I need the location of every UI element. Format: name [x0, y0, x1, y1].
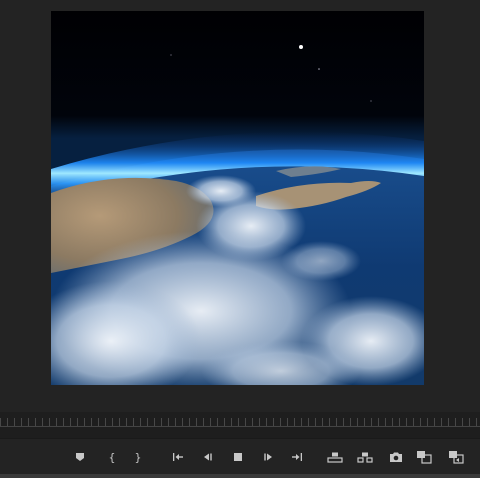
lift-icon	[327, 452, 343, 463]
panel-bottom-edge	[0, 474, 480, 478]
step-forward-button[interactable]	[258, 445, 278, 469]
go-to-out-icon	[292, 453, 302, 461]
stop-button[interactable]	[228, 445, 248, 469]
mark-in-button[interactable]: {	[102, 445, 122, 469]
stop-icon	[234, 453, 242, 461]
mark-out-icon: }	[134, 450, 142, 464]
compare-view-button[interactable]	[414, 445, 434, 469]
camera-icon	[390, 452, 402, 462]
lift-button[interactable]	[325, 445, 345, 469]
mark-in-icon: {	[108, 450, 116, 464]
multi-camera-icon	[449, 451, 464, 464]
marker-icon	[76, 453, 84, 461]
add-marker-button[interactable]	[70, 445, 90, 469]
earth-from-space-image	[51, 11, 424, 385]
step-back-icon	[204, 453, 212, 461]
step-forward-icon	[264, 453, 272, 461]
ruler-ticks	[0, 418, 480, 426]
extract-icon	[357, 452, 373, 463]
compare-icon	[417, 451, 432, 464]
video-preview[interactable]	[51, 11, 424, 385]
multi-camera-button[interactable]	[446, 445, 466, 469]
transport-controls: { }	[0, 439, 480, 478]
program-monitor	[0, 0, 480, 412]
extract-button[interactable]	[355, 445, 375, 469]
export-frame-button[interactable]	[386, 445, 406, 469]
go-to-in-button[interactable]	[168, 445, 188, 469]
go-to-out-button[interactable]	[287, 445, 307, 469]
mark-out-button[interactable]: }	[128, 445, 148, 469]
timeline-ruler[interactable]	[0, 412, 480, 438]
step-back-button[interactable]	[198, 445, 218, 469]
ruler-baseline	[0, 426, 480, 427]
go-to-in-icon	[173, 453, 183, 461]
